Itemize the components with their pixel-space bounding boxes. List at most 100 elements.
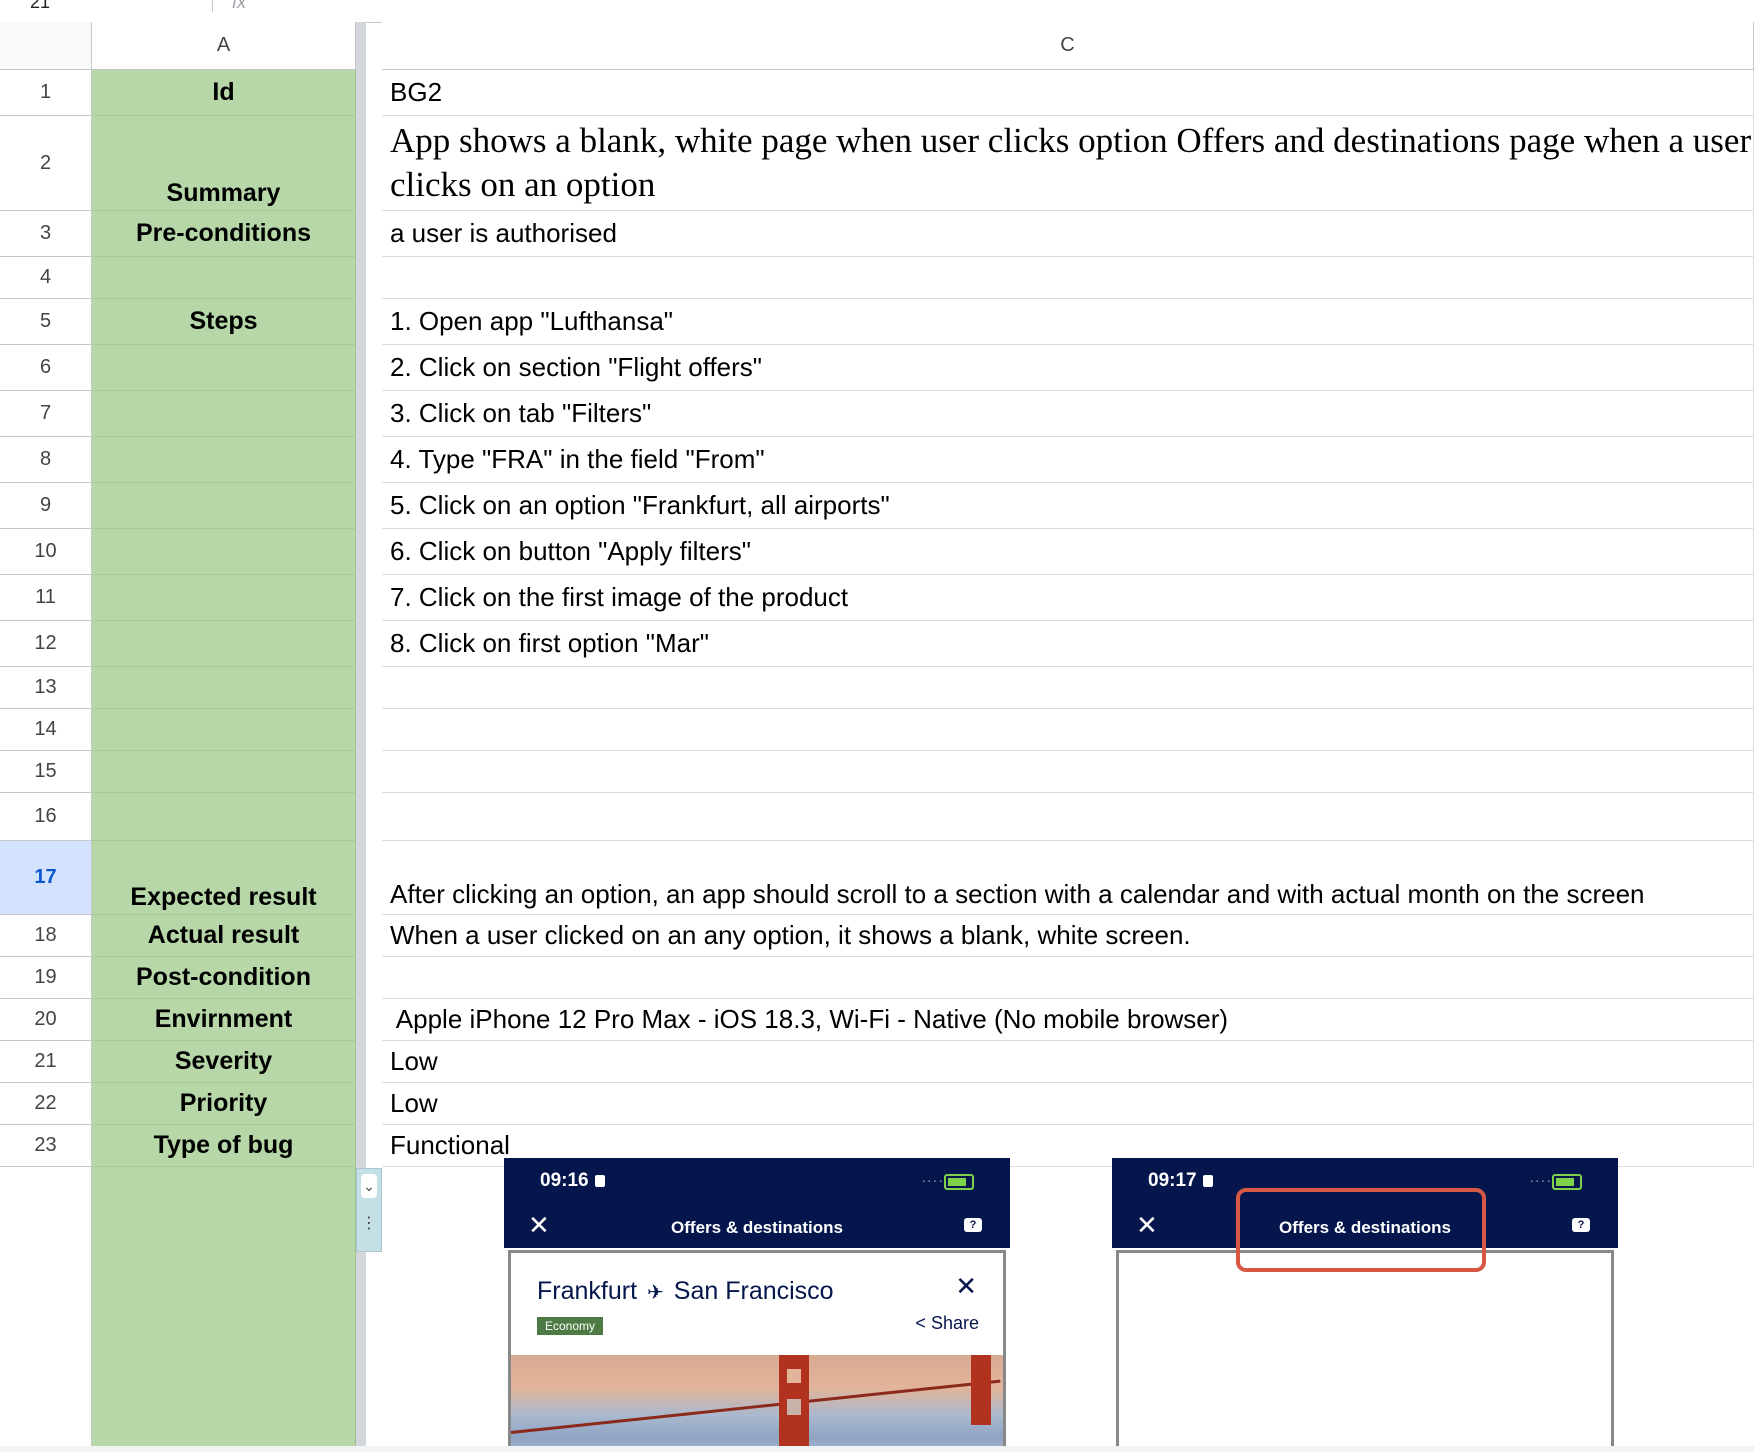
row-header[interactable]: 14 — [0, 709, 92, 751]
bridge-tower — [971, 1355, 991, 1425]
row-header[interactable]: 15 — [0, 751, 92, 793]
row-header[interactable]: 5 — [0, 299, 92, 345]
formula-divider — [212, 0, 213, 12]
label-cell[interactable]: Severity — [92, 1041, 356, 1083]
label-cell[interactable]: Envirnment — [92, 999, 356, 1041]
row-header-selected[interactable]: 17 — [0, 841, 92, 915]
row-header[interactable]: 10 — [0, 529, 92, 575]
row-header[interactable]: 11 — [0, 575, 92, 621]
column-header-a[interactable]: A — [92, 22, 356, 70]
row-header[interactable]: 6 — [0, 345, 92, 391]
value-cell[interactable]: 7. Click on the first image of the produ… — [382, 575, 1754, 621]
value-cell[interactable] — [382, 257, 1754, 299]
row-header[interactable]: 20 — [0, 999, 92, 1041]
row-header[interactable]: 19 — [0, 957, 92, 999]
value-cell[interactable]: When a user clicked on an any option, it… — [382, 915, 1754, 957]
label-cell[interactable] — [92, 483, 356, 529]
label-cell[interactable] — [92, 437, 356, 483]
side-panel-toggle[interactable]: ⌄ ⋮ — [356, 1168, 382, 1252]
column-header-c[interactable]: C — [382, 22, 1754, 70]
bridge-photo — [511, 1355, 1003, 1452]
row-header[interactable]: 3 — [0, 211, 92, 257]
offer-card: Frankfurt ✈ San Francisco ✕ Economy < Shar… — [508, 1250, 1006, 1452]
value-cell[interactable]: BG2 — [382, 70, 1754, 116]
fx-icon: fx — [232, 0, 247, 12]
label-cell[interactable]: Pre-conditions — [92, 211, 356, 257]
label-cell[interactable] — [92, 257, 356, 299]
row-header[interactable]: 4 — [0, 257, 92, 299]
value-cell[interactable] — [382, 957, 1754, 999]
label-cell[interactable] — [92, 391, 356, 437]
value-cell[interactable] — [382, 667, 1754, 709]
value-cell[interactable] — [382, 709, 1754, 751]
label-cell[interactable] — [92, 667, 356, 709]
more-options-icon[interactable]: ⋮ — [357, 1213, 381, 1233]
horizontal-scrollbar[interactable] — [0, 1446, 1754, 1452]
blank-page — [1116, 1250, 1614, 1452]
label-cell[interactable]: Summary — [92, 116, 356, 211]
row-header[interactable]: 16 — [0, 793, 92, 841]
status-time: 09:16 — [540, 1170, 605, 1192]
row-header[interactable]: 1 — [0, 70, 92, 116]
label-cell[interactable] — [92, 529, 356, 575]
route-title: Frankfurt ✈ San Francisco — [537, 1277, 834, 1306]
chevron-down-icon[interactable]: ⌄ — [361, 1174, 377, 1198]
label-cell[interactable]: Post-condition — [92, 957, 356, 999]
share-link: < Share — [915, 1313, 979, 1333]
value-cell[interactable]: a user is authorised — [382, 211, 1754, 257]
label-cell[interactable] — [92, 793, 356, 841]
label-cell[interactable]: Type of bug — [92, 1125, 356, 1167]
cabin-badge: Economy — [537, 1317, 604, 1335]
battery-icon — [1552, 1174, 1582, 1190]
value-cell[interactable]: 2. Click on section "Flight offers" — [382, 345, 1754, 391]
value-cell[interactable]: App shows a blank, white page when user … — [382, 116, 1754, 211]
value-cell[interactable]: Low — [382, 1083, 1754, 1125]
value-cell[interactable]: 6. Click on button "Apply filters" — [382, 529, 1754, 575]
value-cell[interactable]: 5. Click on an option "Frankfurt, all ai… — [382, 483, 1754, 529]
value-cell[interactable]: After clicking an option, an app should … — [382, 841, 1754, 915]
chat-icon: ? — [1572, 1218, 1590, 1232]
battery-icon — [944, 1174, 974, 1190]
value-cell[interactable]: Low — [382, 1041, 1754, 1083]
label-cell[interactable] — [92, 751, 356, 793]
label-cell[interactable] — [92, 345, 356, 391]
value-cell[interactable]: 8. Click on first option "Mar" — [382, 621, 1754, 667]
label-cell[interactable]: Id — [92, 70, 356, 116]
row-header[interactable]: 23 — [0, 1125, 92, 1167]
row-header-empty — [0, 1167, 92, 1452]
value-cell[interactable]: 1. Open app "Lufthansa" — [382, 299, 1754, 345]
select-all-corner[interactable] — [0, 22, 92, 70]
bridge-cable — [511, 1379, 1001, 1434]
screenshot-before[interactable]: 09:16 ···· ✕ Offers & destinations ? Fra… — [504, 1158, 1010, 1452]
label-cell[interactable]: Expected result — [92, 841, 356, 915]
bridge-tower — [779, 1355, 809, 1452]
route-to: San Francisco — [673, 1277, 834, 1305]
route-from: Frankfurt — [537, 1277, 638, 1305]
row-header[interactable]: 12 — [0, 621, 92, 667]
value-cell[interactable] — [382, 751, 1754, 793]
close-icon: ✕ — [955, 1271, 977, 1301]
value-cell[interactable]: 4. Type "FRA" in the field "From" — [382, 437, 1754, 483]
label-cell[interactable]: Steps — [92, 299, 356, 345]
label-cell[interactable] — [92, 709, 356, 751]
cell-reference[interactable]: 21 — [30, 0, 50, 13]
row-header[interactable]: 8 — [0, 437, 92, 483]
row-header[interactable]: 13 — [0, 667, 92, 709]
value-cell[interactable] — [382, 793, 1754, 841]
value-cell[interactable]: 3. Click on tab "Filters" — [382, 391, 1754, 437]
screenshot-after[interactable]: 09:17 ···· ✕ Offers & destinations ? — [1112, 1158, 1618, 1452]
row-header[interactable]: 22 — [0, 1083, 92, 1125]
label-cell[interactable] — [92, 575, 356, 621]
label-cell[interactable] — [92, 621, 356, 667]
label-cell[interactable]: Actual result — [92, 915, 356, 957]
app-header: 09:16 ···· ✕ Offers & destinations ? — [504, 1158, 1010, 1248]
label-cell[interactable]: Priority — [92, 1083, 356, 1125]
row-header[interactable]: 18 — [0, 915, 92, 957]
row-header[interactable]: 21 — [0, 1041, 92, 1083]
row-header[interactable]: 2 — [0, 116, 92, 211]
row-header[interactable]: 9 — [0, 483, 92, 529]
value-cell[interactable]: Apple iPhone 12 Pro Max - iOS 18.3, Wi-F… — [382, 999, 1754, 1041]
row-header[interactable]: 7 — [0, 391, 92, 437]
plane-icon: ✈ — [647, 1282, 664, 1304]
status-time: 09:17 — [1148, 1170, 1213, 1192]
